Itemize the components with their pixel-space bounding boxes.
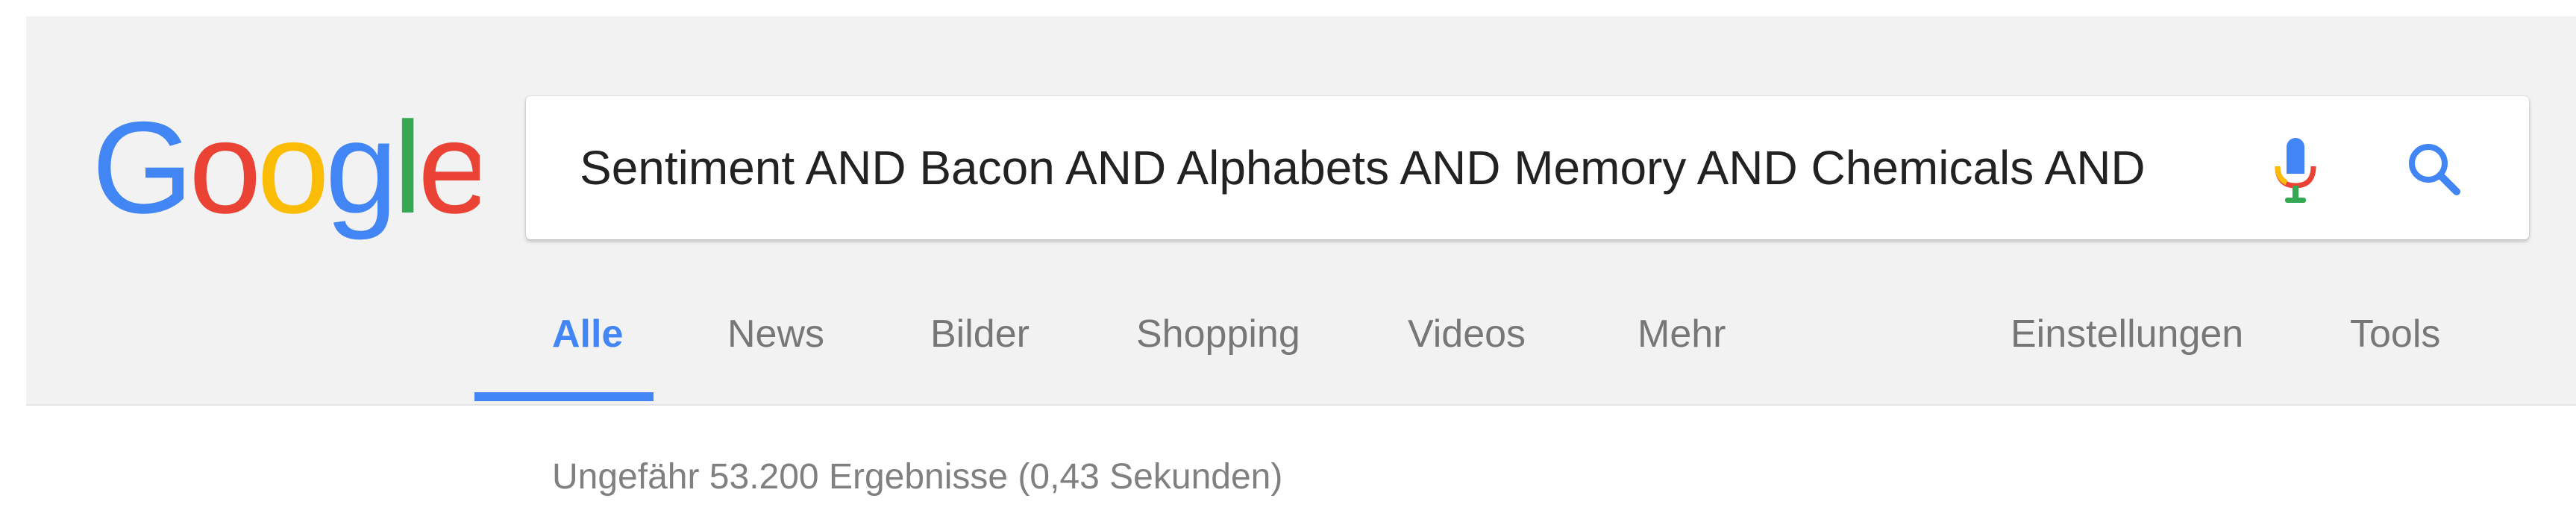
search-box[interactable]: Sentiment AND Bacon AND Alphabets AND Me… — [526, 96, 2529, 239]
logo-letter-g1: G — [92, 102, 189, 241]
logo-letter-o2: o — [257, 102, 325, 241]
tab-alle[interactable]: Alle — [552, 300, 623, 406]
logo-letter-g2: g — [325, 102, 393, 241]
tab-videos[interactable]: Videos — [1408, 300, 1526, 406]
logo-letter-e: e — [418, 102, 480, 241]
google-search-results-page: Google Sentiment AND Bacon AND Alphabets… — [0, 0, 2576, 519]
search-tabs: Alle News Bilder Shopping Videos Mehr Ei… — [26, 300, 2576, 406]
search-input[interactable]: Sentiment AND Bacon AND Alphabets AND Me… — [580, 96, 2199, 239]
microphone-icon[interactable] — [2272, 136, 2319, 205]
search-icon[interactable] — [2406, 141, 2461, 196]
search-header: Google Sentiment AND Bacon AND Alphabets… — [26, 16, 2576, 406]
tab-mehr[interactable]: Mehr — [1638, 300, 1726, 406]
google-logo[interactable]: Google — [92, 102, 480, 251]
active-tab-indicator — [474, 392, 654, 401]
logo-letter-l: l — [393, 102, 418, 241]
tab-tools[interactable]: Tools — [2350, 300, 2440, 406]
result-stats: Ungefähr 53.200 Ergebnisse (0,43 Sekunde… — [552, 457, 1283, 497]
tab-news[interactable]: News — [727, 300, 824, 406]
tab-shopping[interactable]: Shopping — [1136, 300, 1300, 406]
tab-einstellungen[interactable]: Einstellungen — [2011, 300, 2243, 406]
tab-bilder[interactable]: Bilder — [930, 300, 1030, 406]
svg-text:Google: Google — [92, 102, 480, 241]
google-logo-graphic: Google — [92, 102, 480, 241]
logo-letter-o1: o — [189, 102, 257, 241]
